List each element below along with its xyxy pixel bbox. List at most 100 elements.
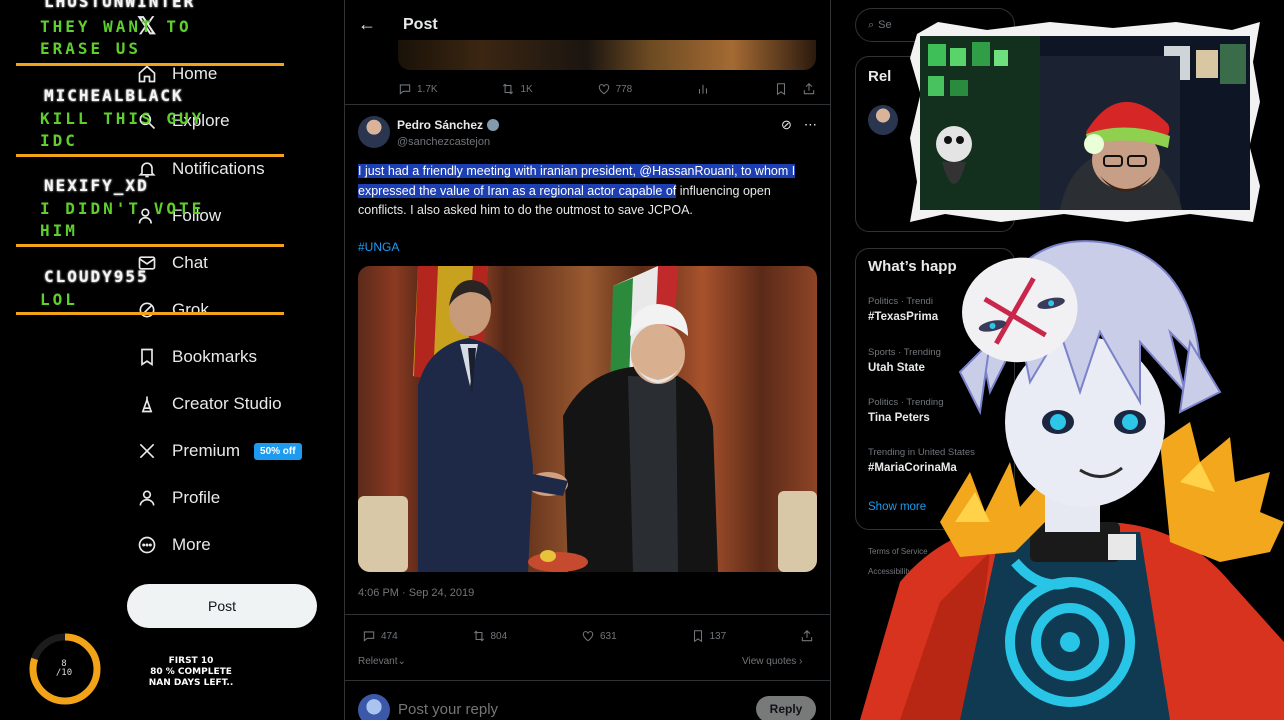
share-action[interactable] bbox=[800, 629, 814, 643]
more-options-icon[interactable]: ⋯ bbox=[804, 117, 817, 133]
reply-icon bbox=[399, 84, 411, 95]
previous-post-media[interactable] bbox=[398, 40, 816, 70]
column-border bbox=[344, 0, 345, 720]
tweet-top-icons: ⊘ ⋯ bbox=[781, 117, 817, 133]
sidebar-item-profile[interactable]: Profile bbox=[136, 484, 220, 512]
creator-studio-icon bbox=[136, 393, 158, 415]
repost-icon bbox=[473, 630, 484, 642]
bookmark-icon bbox=[136, 346, 158, 368]
webcam-overlay bbox=[910, 22, 1260, 222]
chat-username: MICHEALBLACK bbox=[44, 86, 184, 105]
relevant-person-avatar[interactable] bbox=[868, 105, 898, 135]
hashtag-link[interactable]: #UNGA bbox=[358, 240, 399, 254]
author-name[interactable]: Pedro Sánchez bbox=[397, 118, 500, 132]
sidebar-item-bookmarks[interactable]: Bookmarks bbox=[136, 343, 257, 371]
x-premium-icon bbox=[136, 440, 158, 462]
grok-icon[interactable]: ⊘ bbox=[781, 117, 792, 133]
follower-goal-widget: 8 /10 FIRST 10 80 % COMPLETE NAN DAYS LE… bbox=[24, 632, 254, 710]
view-quotes-link[interactable]: View quotes › bbox=[742, 656, 802, 667]
chevron-down-icon: ⌄ bbox=[397, 656, 406, 667]
more-icon bbox=[136, 534, 158, 556]
reply-icon bbox=[363, 631, 375, 642]
bookmark-share-group bbox=[774, 82, 816, 96]
vtuber-illustration bbox=[860, 240, 1284, 720]
repost-action[interactable]: 804 bbox=[472, 629, 508, 643]
sidebar-item-more[interactable]: More bbox=[136, 531, 211, 559]
goal-count: 8 /10 bbox=[54, 660, 74, 678]
relevant-people-title: Rel bbox=[868, 68, 892, 85]
back-arrow-icon[interactable]: ← bbox=[358, 14, 376, 35]
reply-sort-dropdown[interactable]: Relevant⌄ bbox=[358, 656, 406, 667]
views-action[interactable] bbox=[696, 82, 710, 96]
sidebar-item-label: Creator Studio bbox=[172, 394, 282, 413]
heart-icon bbox=[598, 84, 609, 95]
reply-button[interactable]: Reply bbox=[756, 696, 816, 720]
photo-illustration bbox=[358, 266, 817, 572]
post-button[interactable]: Post bbox=[127, 584, 317, 628]
reply-count: 1.7K bbox=[417, 83, 438, 95]
repost-action[interactable]: 1K bbox=[501, 82, 533, 96]
tweet-actions: 474 804 631 137 bbox=[362, 629, 814, 643]
goal-count-total: /10 bbox=[55, 668, 73, 678]
previous-post-actions: 1.7K 1K 778 bbox=[398, 82, 816, 96]
bookmark-icon[interactable] bbox=[774, 82, 788, 96]
tweet-text: I just had a friendly meeting with irani… bbox=[358, 162, 798, 221]
search-icon: ⌕ bbox=[868, 18, 875, 31]
bookmark-count: 137 bbox=[709, 630, 727, 642]
share-icon[interactable] bbox=[802, 82, 816, 96]
chat-message: THEY WANT TO ERASE US bbox=[40, 17, 192, 58]
bookmark-action[interactable]: 137 bbox=[691, 629, 727, 643]
tweet-photo[interactable] bbox=[358, 266, 817, 572]
chat-username: NEXIFY_XD bbox=[44, 176, 149, 195]
user-avatar bbox=[358, 694, 390, 720]
goal-text: FIRST 10 80 % COMPLETE NAN DAYS LEFT.. bbox=[128, 656, 254, 689]
page-title: Post bbox=[403, 16, 438, 33]
reply-count: 474 bbox=[381, 630, 398, 642]
author-avatar[interactable] bbox=[358, 116, 390, 148]
chat-username: LHUSTUNWINTER bbox=[44, 0, 196, 11]
sidebar-item-label: Profile bbox=[172, 488, 221, 507]
chat-message: KILL THIS GUY IDC bbox=[40, 109, 205, 150]
stream-screen: 𝕏 Home Explore Notifications Follow Chat… bbox=[0, 0, 1284, 720]
stream-chat-overlay: LHUSTUNWINTER THEY WANT TO ERASE US MICH… bbox=[16, 0, 284, 320]
author-handle[interactable]: @sanchezcastejon bbox=[397, 136, 490, 148]
like-count: 778 bbox=[615, 83, 633, 95]
sidebar-item-label: More bbox=[172, 535, 211, 554]
like-action[interactable]: 631 bbox=[581, 629, 617, 643]
chat-separator bbox=[16, 312, 284, 315]
sidebar-item-label: Bookmarks bbox=[172, 347, 258, 366]
sidebar-item-creator-studio[interactable]: Creator Studio bbox=[136, 390, 282, 418]
search-placeholder: Se bbox=[878, 19, 892, 31]
chat-separator bbox=[16, 154, 284, 157]
chevron-right-icon: › bbox=[799, 656, 803, 667]
chat-message: LOL bbox=[40, 290, 78, 309]
repost-count: 804 bbox=[490, 630, 508, 642]
divider bbox=[345, 680, 830, 681]
chat-separator bbox=[16, 244, 284, 247]
column-border bbox=[830, 0, 831, 720]
chat-message: I DIDN'T VOTE HIM bbox=[40, 199, 205, 240]
repost-icon bbox=[503, 83, 514, 95]
webcam-scene bbox=[920, 36, 1250, 210]
premium-discount-badge: 50% off bbox=[254, 442, 302, 460]
like-count: 631 bbox=[600, 630, 617, 642]
goal-line-title: FIRST 10 bbox=[168, 656, 214, 666]
reply-sort-label: Relevant bbox=[358, 656, 398, 667]
profile-icon bbox=[136, 487, 158, 509]
reply-action[interactable]: 1.7K bbox=[398, 82, 438, 96]
heart-icon bbox=[582, 631, 594, 642]
repost-count: 1K bbox=[520, 83, 533, 95]
reply-input[interactable] bbox=[398, 701, 698, 718]
views-icon bbox=[699, 84, 708, 94]
bookmark-icon bbox=[693, 630, 702, 643]
share-icon bbox=[801, 630, 813, 642]
author-name-text: Pedro Sánchez bbox=[397, 118, 484, 132]
reply-action[interactable]: 474 bbox=[362, 629, 398, 643]
sidebar-item-premium[interactable]: Premium 50% off bbox=[136, 437, 302, 465]
divider bbox=[345, 104, 830, 105]
chat-username: CLOUDY955 bbox=[44, 267, 149, 286]
goal-line-time: NAN DAYS LEFT.. bbox=[148, 678, 234, 688]
tweet-timestamp[interactable]: 4:06 PM · Sep 24, 2019 bbox=[358, 587, 474, 599]
divider bbox=[345, 614, 830, 615]
like-action[interactable]: 778 bbox=[597, 82, 633, 96]
